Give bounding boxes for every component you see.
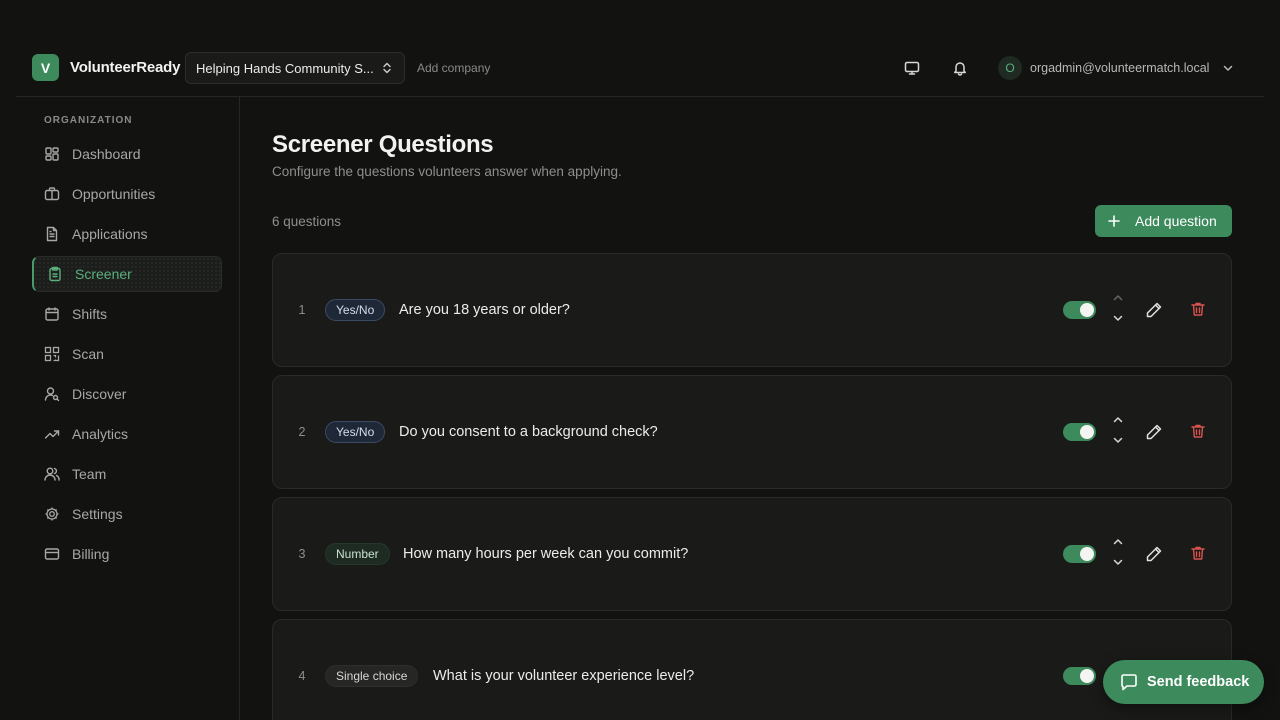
toggle-knob	[1080, 425, 1094, 439]
enabled-toggle[interactable]	[1063, 423, 1096, 441]
question-count: 6 questions	[272, 214, 342, 229]
chevron-down-icon[interactable]	[1111, 555, 1125, 569]
clipboard-icon	[47, 266, 63, 282]
question-card: 4 Single choice What is your volunteer e…	[272, 619, 1232, 720]
monitor-icon[interactable]	[900, 56, 924, 80]
chevron-up-icon[interactable]	[1111, 535, 1125, 549]
question-text: Are you 18 years or older?	[399, 302, 570, 318]
pencil-icon[interactable]	[1145, 545, 1163, 563]
sidebar-item-label: Dashboard	[72, 146, 141, 162]
page-subtitle: Configure the questions volunteers answe…	[272, 164, 622, 179]
chevron-down-icon[interactable]	[1111, 433, 1125, 447]
bell-icon[interactable]	[948, 56, 972, 80]
add-question-button[interactable]: Add question	[1095, 205, 1232, 237]
question-card: 3 Number How many hours per week can you…	[272, 497, 1232, 611]
sidebar-item-team[interactable]: Team	[32, 456, 222, 492]
question-text: How many hours per week can you commit?	[403, 546, 689, 562]
users-icon	[44, 466, 60, 482]
top-header: V VolunteerReady Helping Hands Community…	[16, 40, 1264, 97]
enabled-toggle[interactable]	[1063, 667, 1096, 685]
trash-icon[interactable]	[1190, 301, 1206, 317]
qr-code-icon	[44, 346, 60, 362]
page-title: Screener Questions	[272, 131, 494, 158]
company-select-value: Helping Hands Community S...	[196, 60, 374, 76]
sidebar-heading: ORGANIZATION	[44, 115, 133, 126]
sidebar-item-label: Opportunities	[72, 186, 156, 202]
sidebar-item-shifts[interactable]: Shifts	[32, 296, 222, 332]
trash-icon[interactable]	[1190, 545, 1206, 561]
app-name: VolunteerReady	[70, 59, 181, 76]
toggle-knob	[1080, 547, 1094, 561]
trash-icon[interactable]	[1190, 423, 1206, 439]
sidebar: ORGANIZATION Dashboard Opportunities App…	[16, 97, 240, 720]
company-select[interactable]: Helping Hands Community S...	[185, 52, 405, 84]
question-type-badge: Single choice	[325, 665, 419, 687]
sidebar-item-dashboard[interactable]: Dashboard	[32, 136, 222, 172]
question-text: What is your volunteer experience level?	[433, 668, 695, 684]
chevron-down-icon[interactable]	[1111, 311, 1125, 325]
briefcase-icon	[44, 186, 60, 202]
gear-icon	[44, 506, 60, 522]
user-search-icon	[44, 386, 60, 402]
sidebar-item-label: Applications	[72, 226, 148, 242]
enabled-toggle[interactable]	[1063, 301, 1096, 319]
sidebar-item-discover[interactable]: Discover	[32, 376, 222, 412]
sidebar-item-label: Settings	[72, 506, 123, 522]
user-email[interactable]: orgadmin@volunteermatch.local	[1030, 61, 1209, 75]
avatar[interactable]: O	[998, 56, 1022, 80]
sidebar-item-label: Billing	[72, 546, 110, 562]
chevron-up-icon[interactable]	[1111, 413, 1125, 427]
send-feedback-button[interactable]: Send feedback	[1103, 660, 1264, 704]
question-type-badge: Number	[325, 543, 390, 565]
chat-bubble-icon	[1121, 674, 1137, 691]
enabled-toggle[interactable]	[1063, 545, 1096, 563]
toggle-knob	[1080, 669, 1094, 683]
document-icon	[44, 226, 60, 242]
question-number: 1	[298, 303, 306, 317]
calendar-icon	[44, 306, 60, 322]
question-type-badge: Yes/No	[325, 299, 386, 321]
sidebar-item-opportunities[interactable]: Opportunities	[32, 176, 222, 212]
question-number: 4	[298, 669, 306, 683]
sidebar-item-label: Analytics	[72, 426, 129, 442]
question-card: 1 Yes/No Are you 18 years or older?	[272, 253, 1232, 367]
sidebar-item-label: Team	[72, 466, 107, 482]
sidebar-item-label: Scan	[72, 346, 104, 362]
plus-icon	[1107, 214, 1121, 228]
sidebar-item-label: Discover	[72, 386, 127, 402]
sidebar-item-applications[interactable]: Applications	[32, 216, 222, 252]
pencil-icon[interactable]	[1145, 423, 1163, 441]
sidebar-item-label: Shifts	[72, 306, 108, 322]
sidebar-item-billing[interactable]: Billing	[32, 536, 222, 572]
chevron-down-icon[interactable]	[1221, 61, 1235, 75]
question-number: 2	[298, 425, 306, 439]
question-card: 2 Yes/No Do you consent to a background …	[272, 375, 1232, 489]
logo-badge: V	[32, 54, 59, 81]
trending-up-icon	[44, 426, 60, 442]
add-question-label: Add question	[1135, 213, 1217, 229]
chevron-up-icon[interactable]	[1111, 291, 1125, 305]
dashboard-icon	[44, 146, 60, 162]
sidebar-item-analytics[interactable]: Analytics	[32, 416, 222, 452]
sidebar-item-label: Screener	[75, 266, 132, 282]
send-feedback-label: Send feedback	[1147, 674, 1250, 690]
question-number: 3	[298, 547, 306, 561]
sidebar-item-scan[interactable]: Scan	[32, 336, 222, 372]
toggle-knob	[1080, 303, 1094, 317]
chevron-up-down-icon	[380, 61, 394, 75]
question-type-badge: Yes/No	[325, 421, 386, 443]
pencil-icon[interactable]	[1145, 301, 1163, 319]
add-company-link[interactable]: Add company	[417, 61, 490, 75]
question-text: Do you consent to a background check?	[399, 424, 658, 440]
credit-card-icon	[44, 546, 60, 562]
sidebar-item-screener[interactable]: Screener	[32, 256, 222, 292]
sidebar-item-settings[interactable]: Settings	[32, 496, 222, 532]
